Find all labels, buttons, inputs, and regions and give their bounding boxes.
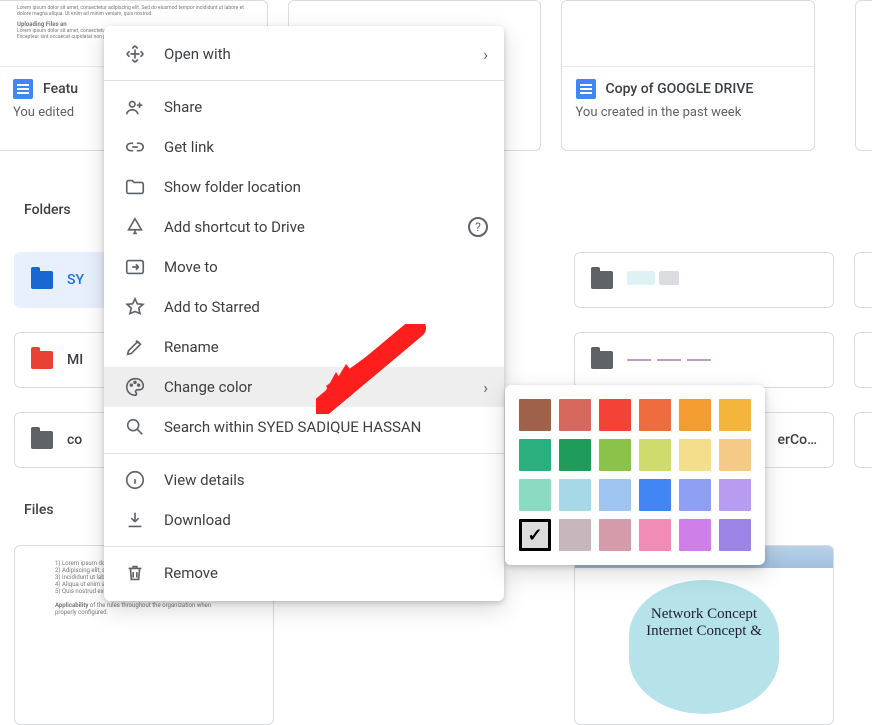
doc-thumbnail (562, 1, 814, 66)
color-swatch[interactable] (519, 519, 551, 551)
chevron-right-icon: › (483, 378, 488, 397)
menu-move-to[interactable]: Move to (104, 247, 504, 287)
menu-label: Add shortcut to Drive (164, 218, 450, 236)
color-swatch[interactable] (599, 519, 631, 551)
doc-title: Featu (43, 81, 78, 97)
doc-subtitle: You created in the past week (576, 105, 800, 120)
help-icon[interactable]: ? (468, 217, 488, 237)
link-icon (124, 136, 146, 158)
menu-label: Remove (164, 564, 488, 582)
color-palette (505, 385, 765, 565)
google-docs-icon (576, 79, 596, 99)
slide-line: Internet Concept & (646, 623, 762, 640)
menu-view-details[interactable]: View details (104, 460, 504, 500)
menu-get-link[interactable]: Get link (104, 127, 504, 167)
menu-label: Get link (164, 138, 488, 156)
search-icon (124, 416, 146, 438)
menu-label: Share (164, 98, 488, 116)
file-card[interactable]: Network Concept Internet Concept & (574, 545, 834, 725)
color-swatch[interactable] (559, 519, 591, 551)
color-swatch[interactable] (719, 399, 751, 431)
shared-folder-icon (31, 351, 53, 369)
slide-line: Network Concept (651, 606, 757, 623)
menu-label: View details (164, 471, 488, 489)
menu-rename[interactable]: Rename (104, 327, 504, 367)
menu-label: Download (164, 511, 488, 529)
color-swatch[interactable] (519, 399, 551, 431)
palette-icon (124, 376, 146, 398)
folder-icon (124, 176, 146, 198)
folder-icon (31, 271, 53, 289)
color-swatch[interactable] (599, 479, 631, 511)
color-swatch[interactable] (679, 519, 711, 551)
color-swatch[interactable] (559, 439, 591, 471)
color-swatch[interactable] (639, 439, 671, 471)
doc-card[interactable] (855, 0, 872, 151)
color-swatch[interactable] (559, 399, 591, 431)
share-icon (124, 96, 146, 118)
color-swatch[interactable] (639, 399, 671, 431)
color-swatch[interactable] (599, 399, 631, 431)
menu-show-folder-location[interactable]: Show folder location (104, 167, 504, 207)
menu-label: Change color (164, 378, 465, 396)
download-icon (124, 509, 146, 531)
menu-label: Add to Starred (164, 298, 488, 316)
context-menu: Open with › Share Get link Show folder l… (104, 26, 504, 601)
rename-icon (124, 336, 146, 358)
menu-open-with[interactable]: Open with › (104, 34, 504, 74)
menu-add-to-starred[interactable]: Add to Starred (104, 287, 504, 327)
folder-item[interactable] (854, 332, 872, 388)
doc-title: Copy of GOOGLE DRIVE (606, 81, 754, 97)
menu-label: Move to (164, 258, 488, 276)
color-swatch[interactable] (519, 479, 551, 511)
color-swatch[interactable] (639, 479, 671, 511)
folder-item[interactable] (854, 412, 872, 468)
folder-icon (591, 351, 613, 369)
folder-item[interactable] (574, 332, 834, 388)
menu-separator (104, 546, 504, 547)
menu-share[interactable]: Share (104, 87, 504, 127)
doc-card[interactable]: Copy of GOOGLE DRIVE You created in the … (561, 0, 815, 151)
menu-remove[interactable]: Remove (104, 553, 504, 593)
menu-label: Rename (164, 338, 488, 356)
chevron-right-icon: › (483, 45, 488, 64)
menu-separator (104, 453, 504, 454)
color-swatch[interactable] (679, 479, 711, 511)
folder-item[interactable] (574, 252, 834, 308)
menu-download[interactable]: Download (104, 500, 504, 540)
star-icon (124, 296, 146, 318)
color-swatch[interactable] (599, 439, 631, 471)
menu-add-shortcut[interactable]: Add shortcut to Drive ? (104, 207, 504, 247)
trash-icon (124, 562, 146, 584)
menu-label: Show folder location (164, 178, 488, 196)
color-swatch[interactable] (679, 439, 711, 471)
menu-separator (104, 80, 504, 81)
folder-icon (31, 431, 53, 449)
color-swatch[interactable] (719, 519, 751, 551)
menu-label: Search within SYED SADIQUE HASSAN (164, 418, 488, 436)
folder-label (627, 359, 817, 361)
color-swatch[interactable] (559, 479, 591, 511)
open-with-icon (124, 43, 146, 65)
menu-change-color[interactable]: Change color › (104, 367, 504, 407)
move-to-icon (124, 256, 146, 278)
color-swatch[interactable] (639, 519, 671, 551)
folder-label (627, 271, 817, 289)
folder-icon (591, 271, 613, 289)
files-heading: Files (24, 502, 54, 518)
color-swatch[interactable] (679, 399, 711, 431)
google-docs-icon (13, 79, 33, 99)
folder-item[interactable] (854, 252, 872, 308)
menu-label: Open with (164, 45, 465, 63)
color-swatch[interactable] (719, 479, 751, 511)
add-shortcut-icon (124, 216, 146, 238)
color-swatch[interactable] (719, 439, 751, 471)
info-icon (124, 469, 146, 491)
menu-search-within[interactable]: Search within SYED SADIQUE HASSAN (104, 407, 504, 447)
slide-body: Network Concept Internet Concept & (629, 580, 779, 714)
folders-heading: Folders (24, 202, 71, 218)
color-swatch[interactable] (519, 439, 551, 471)
